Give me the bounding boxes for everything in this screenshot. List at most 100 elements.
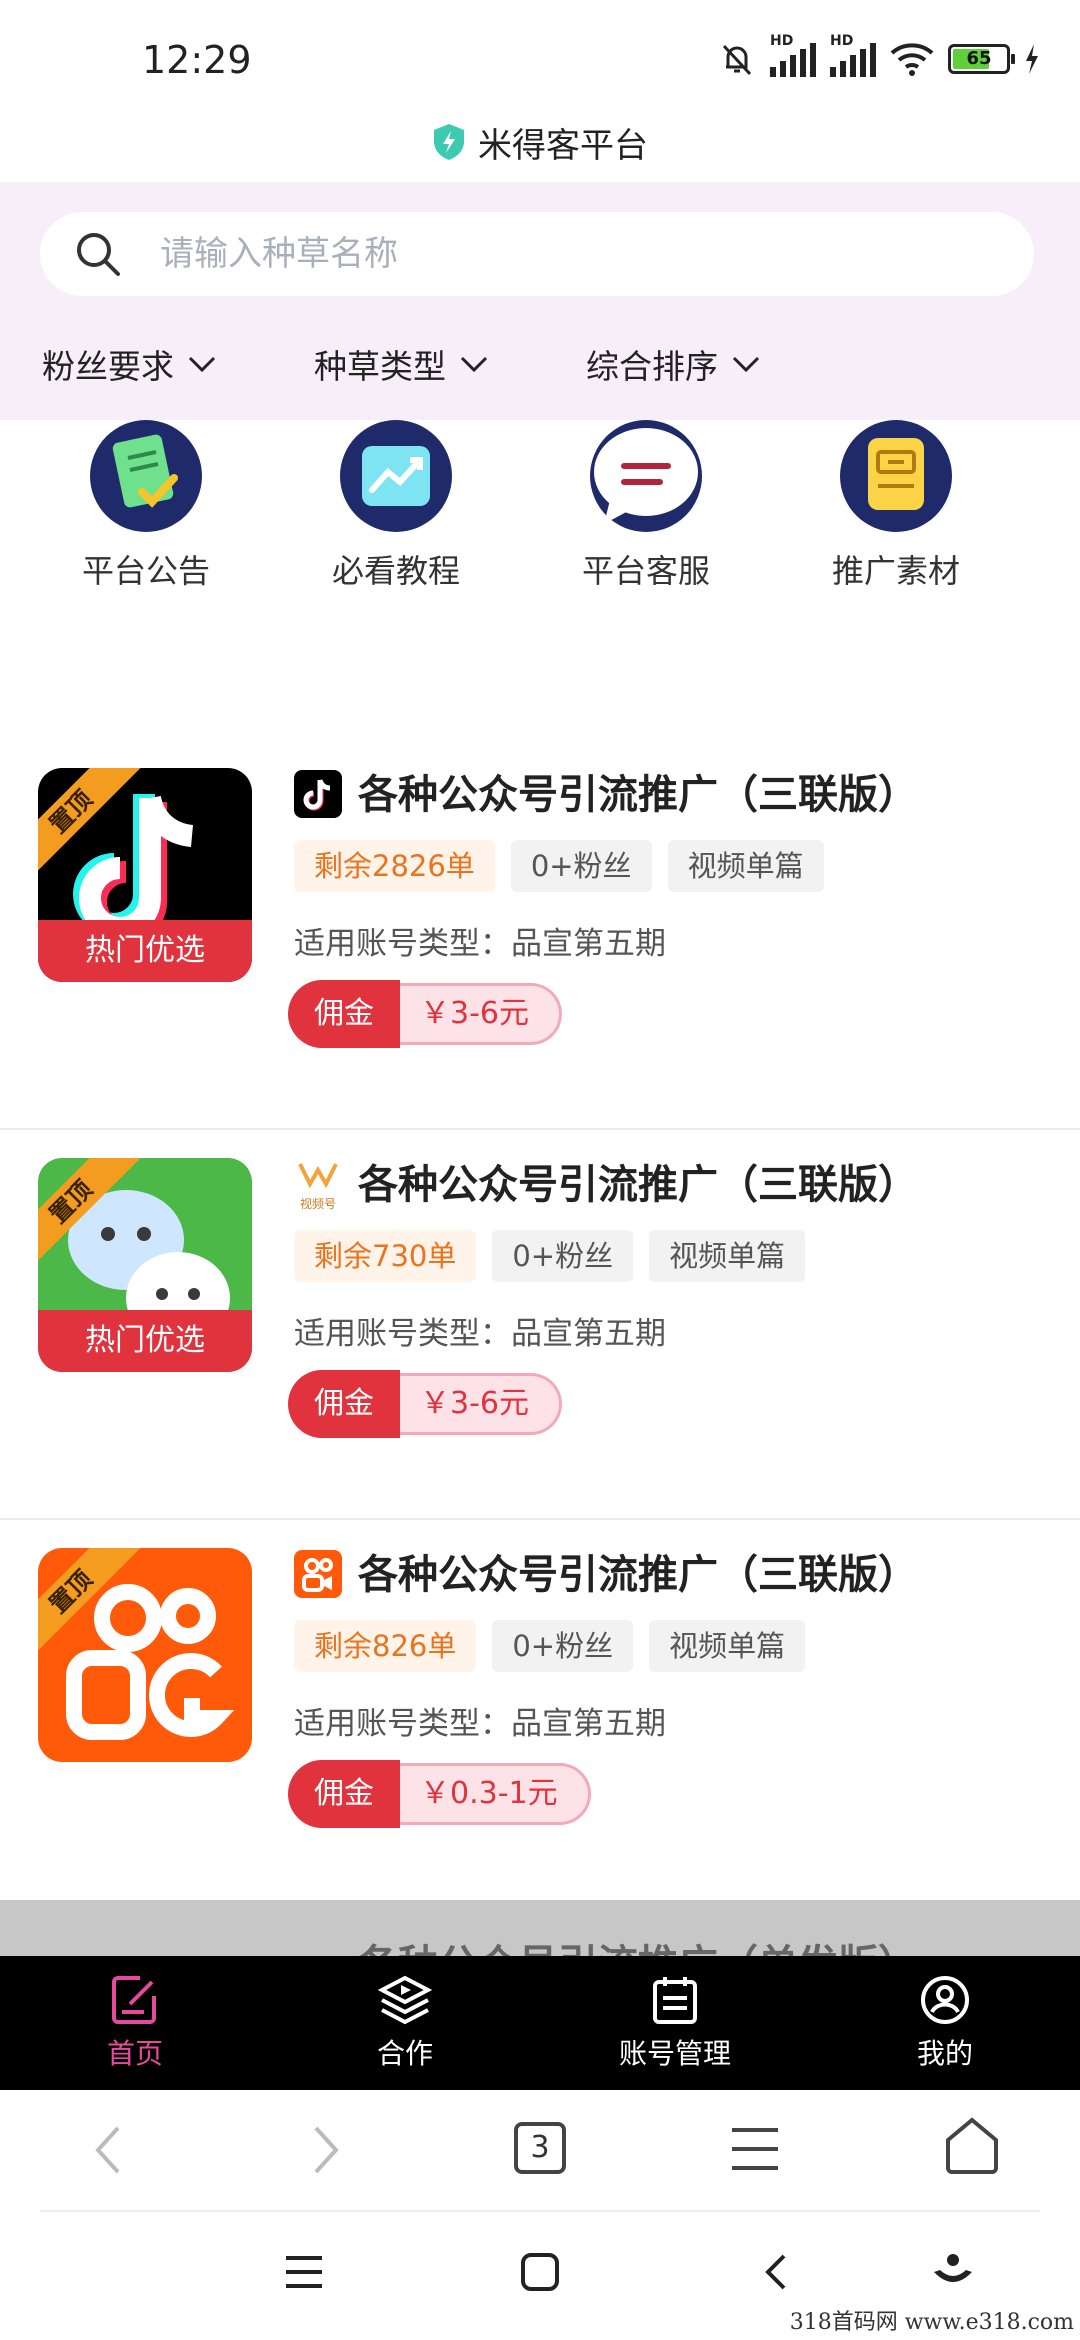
filter-type-label: 种草类型 bbox=[314, 347, 446, 386]
filter-bar: 粉丝要求 种草类型 综合排序 bbox=[0, 340, 1080, 400]
shipinhao-label: 视频号 bbox=[299, 1197, 336, 1211]
app-title: 米得客平台 bbox=[0, 112, 1080, 172]
filter-sort-label: 综合排序 bbox=[586, 347, 718, 386]
tab-accounts[interactable]: 账号管理 bbox=[540, 1956, 810, 2090]
tab-me[interactable]: 我的 bbox=[810, 1956, 1080, 2090]
douyin-thumb-icon: 置顶 热门优选 bbox=[38, 768, 252, 982]
search-bar[interactable] bbox=[40, 212, 1034, 296]
remain-tag: 剩余2826单 bbox=[294, 840, 495, 892]
commission-price: ￥0.3-1元 bbox=[390, 1763, 591, 1825]
browser-toolbar: 3 bbox=[0, 2090, 1080, 2210]
commission-price: ￥3-6元 bbox=[390, 983, 562, 1045]
card-title: 各种公众号引流推广（三联版） bbox=[358, 1162, 918, 1208]
search-input[interactable] bbox=[158, 226, 998, 282]
clipboard-list-icon bbox=[653, 1977, 697, 2024]
hot-badge: 热门优选 bbox=[38, 920, 252, 982]
watermark: 318首码网 www.e318.com bbox=[789, 2310, 1074, 2335]
assistant-icon[interactable] bbox=[932, 2252, 974, 2292]
commission-label: 佣金 bbox=[288, 1370, 400, 1438]
chevron-down-icon bbox=[460, 356, 488, 373]
quick-entries: 平台公告 必看教程 平台客服 推广素材 bbox=[0, 420, 1080, 610]
commission: 佣金 ￥3-6元 bbox=[288, 1370, 562, 1438]
tabs-count-button[interactable]: 3 bbox=[514, 2122, 566, 2174]
card-tags: 剩余2826单 0+粉丝 视频单篇 bbox=[294, 840, 824, 892]
home-icon[interactable] bbox=[944, 2116, 1000, 2176]
entry-service[interactable]: 平台客服 bbox=[546, 420, 746, 592]
fans-tag: 0+粉丝 bbox=[492, 1620, 634, 1672]
card-tags: 剩余826单 0+粉丝 视频单篇 bbox=[294, 1620, 806, 1672]
shield-bolt-icon bbox=[434, 124, 464, 160]
forward-arrow-icon[interactable] bbox=[306, 2120, 346, 2180]
tab-accounts-label: 账号管理 bbox=[618, 2037, 731, 2070]
type-tag: 视频单篇 bbox=[649, 1620, 806, 1672]
system-home-icon[interactable] bbox=[520, 2252, 560, 2292]
task-card[interactable]: 置顶 热门优选 视频号 各种公众号引流推广（三联版） 剩余730单 0+粉丝 视… bbox=[0, 1130, 1080, 1520]
wifi-icon bbox=[890, 43, 934, 76]
tab-me-label: 我的 bbox=[916, 2037, 973, 2070]
chat-bubble-icon bbox=[590, 420, 702, 532]
charging-icon bbox=[1026, 44, 1038, 74]
chevron-down-icon bbox=[188, 356, 216, 373]
fans-tag: 0+粉丝 bbox=[510, 840, 652, 892]
next-card-title: 各种公众号引流推广（单发版） bbox=[358, 1932, 918, 1956]
system-back-icon[interactable] bbox=[762, 2252, 790, 2292]
commission: 佣金 ￥3-6元 bbox=[288, 980, 562, 1048]
inbox-icon bbox=[840, 420, 952, 532]
task-card[interactable]: 置顶 热门优选 各种公众号引流推广（三联版） 剩余2826单 0+粉丝 视频单篇… bbox=[0, 740, 1080, 1130]
card-title: 各种公众号引流推广（三联版） bbox=[358, 1552, 918, 1598]
task-card[interactable]: 置顶 各种公众号引流推广（三联版） 剩余826单 0+粉丝 视频单篇 适用账号类… bbox=[0, 1520, 1080, 1910]
shipinhao-thumb-icon: 置顶 热门优选 bbox=[38, 1158, 252, 1372]
user-circle-icon bbox=[921, 1976, 969, 2024]
commission-price: ￥3-6元 bbox=[390, 1373, 562, 1435]
next-card-peek[interactable]: 各种公众号引流推广（单发版） bbox=[0, 1900, 1080, 1956]
trend-chart-icon bbox=[340, 420, 452, 532]
signal-1-icon: HD bbox=[770, 33, 816, 77]
account-type: 适用账号类型：品宣第五期 bbox=[294, 1706, 666, 1742]
filter-fans[interactable]: 粉丝要求 bbox=[42, 340, 216, 388]
type-tag: 视频单篇 bbox=[649, 1230, 806, 1282]
filter-fans-label: 粉丝要求 bbox=[42, 347, 174, 386]
chevron-down-icon bbox=[732, 356, 760, 373]
commission-label: 佣金 bbox=[288, 1760, 400, 1828]
notice-icon bbox=[90, 420, 202, 532]
entry-materials[interactable]: 推广素材 bbox=[796, 420, 996, 592]
fans-tag: 0+粉丝 bbox=[492, 1230, 634, 1282]
entry-announcement-label: 平台公告 bbox=[81, 552, 210, 590]
menu-icon[interactable] bbox=[730, 2124, 780, 2174]
douyin-icon bbox=[294, 770, 342, 818]
status-bar: 12:29 HD HD 65 bbox=[0, 0, 1080, 120]
back-arrow-icon[interactable] bbox=[88, 2120, 128, 2180]
layers-play-icon bbox=[378, 1975, 432, 2025]
account-type: 适用账号类型：品宣第五期 bbox=[294, 926, 666, 962]
search-header: 粉丝要求 种草类型 综合排序 bbox=[0, 182, 1080, 420]
search-icon bbox=[77, 233, 120, 276]
remain-tag: 剩余730单 bbox=[294, 1230, 477, 1282]
shipinhao-icon: 视频号 bbox=[294, 1160, 342, 1211]
tab-home-label: 首页 bbox=[106, 2037, 163, 2070]
tab-cooperation-label: 合作 bbox=[376, 2037, 433, 2070]
card-tags: 剩余730单 0+粉丝 视频单篇 bbox=[294, 1230, 806, 1282]
recents-menu-icon[interactable] bbox=[284, 2252, 324, 2292]
app-title-text: 米得客平台 bbox=[478, 125, 648, 166]
account-type: 适用账号类型：品宣第五期 bbox=[294, 1316, 666, 1352]
entry-service-label: 平台客服 bbox=[581, 552, 710, 590]
entry-announcement[interactable]: 平台公告 bbox=[46, 420, 246, 592]
mute-bell-icon bbox=[722, 44, 752, 76]
status-icons: HD HD 65 bbox=[718, 33, 1040, 78]
entry-tutorial-label: 必看教程 bbox=[331, 552, 460, 590]
entry-tutorial[interactable]: 必看教程 bbox=[296, 420, 496, 592]
filter-type[interactable]: 种草类型 bbox=[314, 340, 488, 388]
kuaishou-icon bbox=[294, 1550, 342, 1598]
tab-home[interactable]: 首页 bbox=[0, 1956, 270, 2090]
tab-cooperation[interactable]: 合作 bbox=[270, 1956, 540, 2090]
status-time: 12:29 bbox=[142, 38, 252, 82]
card-title: 各种公众号引流推广（三联版） bbox=[358, 772, 918, 818]
commission-label: 佣金 bbox=[288, 980, 400, 1048]
hot-badge: 热门优选 bbox=[38, 1310, 252, 1372]
filter-sort[interactable]: 综合排序 bbox=[586, 340, 760, 388]
commission: 佣金 ￥0.3-1元 bbox=[288, 1760, 591, 1828]
signal-2-icon: HD bbox=[830, 33, 876, 77]
remain-tag: 剩余826单 bbox=[294, 1620, 477, 1672]
bottom-tab-bar: 首页 合作 账号管理 我的 bbox=[0, 1956, 1080, 2090]
kuaishou-thumb-icon: 置顶 bbox=[38, 1548, 252, 1762]
